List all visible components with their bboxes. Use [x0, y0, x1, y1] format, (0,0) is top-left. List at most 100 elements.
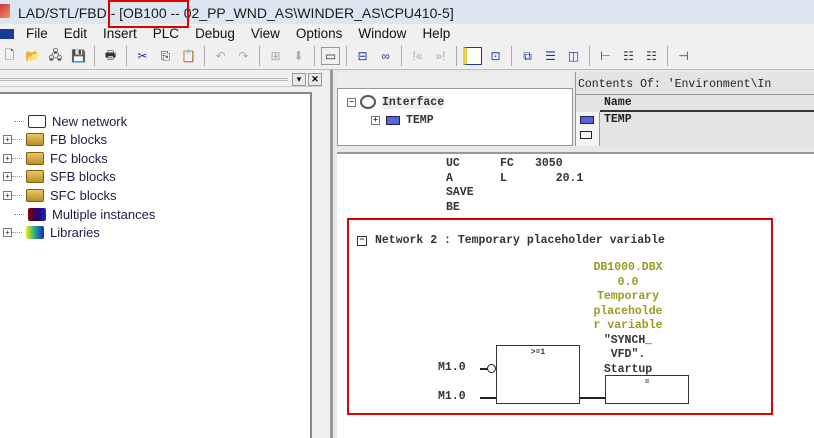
network-sep: : [444, 234, 451, 247]
toolbar: 🗋 📂 🖧 💾 🖶 ✂ ⎘ 📋 ↶ ↷ ⊞ ⬇ ▭ ⊟ ∞ !« »! ⊡ ⧉ … [0, 43, 814, 70]
network-comment[interactable]: Temporary placeholder variable [458, 234, 665, 247]
overview-icon[interactable]: ▭ [321, 47, 340, 65]
collapse-icon[interactable]: − [347, 97, 356, 107]
input-2[interactable]: M1.0 [438, 390, 466, 403]
collapse-icon[interactable]: − [357, 235, 367, 246]
save-icon[interactable]: 💾 [69, 47, 88, 65]
prev-icon[interactable]: !« [408, 47, 427, 65]
folder-block-icon [26, 188, 44, 202]
next-icon[interactable]: »! [431, 47, 450, 65]
tree-item-label: SFB blocks [50, 169, 116, 185]
tree-item[interactable]: Multiple instances [0, 205, 155, 223]
folder-block-icon [26, 133, 44, 147]
interface-icon [360, 95, 376, 109]
output-operand-line[interactable]: VFD". [590, 348, 666, 363]
tree-item[interactable]: + SFC blocks [0, 186, 116, 204]
tree-item[interactable]: + Libraries [0, 224, 100, 242]
paste-icon[interactable]: 📋 [179, 47, 198, 65]
menu-plc[interactable]: PLC [145, 26, 187, 41]
stl-token: BE [446, 200, 460, 214]
output-operand-line[interactable]: 0.0 [590, 276, 666, 291]
expand-icon[interactable]: + [371, 116, 380, 125]
output-operand-line[interactable]: r variable [590, 319, 666, 334]
menu-file[interactable]: File [18, 26, 56, 41]
output-operand-line[interactable]: placeholde [590, 305, 666, 320]
menu-insert[interactable]: Insert [95, 26, 145, 41]
app-title: LAD/STL/FBD [18, 5, 107, 21]
menu-debug[interactable]: Debug [187, 26, 243, 41]
expand-icon[interactable]: + [3, 190, 12, 200]
menu-window[interactable]: Window [350, 26, 414, 41]
folder-block-icon [26, 170, 44, 184]
tile-horizontal-icon[interactable]: ☰ [541, 47, 560, 65]
tree-item[interactable]: + FB blocks [0, 131, 107, 149]
menu-view[interactable]: View [243, 26, 288, 41]
output-operand-line[interactable]: Temporary [590, 290, 666, 305]
network-header: − Network 2 : Temporary placeholder varia… [357, 234, 665, 247]
folder-block-icon [26, 151, 44, 165]
download-icon[interactable]: ⬇ [289, 47, 308, 65]
glasses-icon[interactable]: ∞ [376, 47, 395, 65]
stl-token: A [446, 171, 453, 185]
wire [480, 397, 496, 399]
new-icon[interactable]: 🗋 [0, 47, 19, 65]
expand-icon[interactable]: + [3, 135, 12, 145]
stl-token: FC [500, 157, 514, 170]
cascade-icon[interactable]: ⧉ [518, 47, 537, 65]
output-operand-line[interactable]: "SYNCH_ [590, 334, 666, 349]
or-gate[interactable]: >=1 [496, 345, 580, 404]
network-icon [28, 114, 46, 128]
print-icon[interactable]: 🖶 [101, 47, 120, 65]
network-title: Network 2 [375, 234, 438, 247]
expand-icon[interactable]: + [3, 172, 12, 182]
stl-token: L [500, 171, 507, 185]
open-icon[interactable]: 📂 [23, 47, 42, 65]
accessible-icon[interactable]: ⊟ [353, 47, 372, 65]
program-elements-icon[interactable] [463, 47, 482, 65]
menu-bar: File Edit Insert PLC Debug View Options … [0, 24, 814, 43]
column-name[interactable]: Name [604, 96, 632, 109]
tree-item[interactable]: New network [0, 112, 127, 130]
new-network-icon[interactable]: ⊢ [596, 47, 615, 65]
tree-item-label: FB blocks [50, 132, 108, 148]
contents-panel: Contents Of: 'Environment\In Name TEMP [575, 72, 814, 146]
doc-icon[interactable] [0, 28, 14, 39]
output-operand-line[interactable]: DB1000.DBX [590, 261, 666, 276]
catalog-icon[interactable]: ⊡ [486, 47, 505, 65]
new-row-icon[interactable] [580, 131, 592, 139]
undo-icon[interactable]: ↶ [211, 47, 230, 65]
table-icon[interactable]: ☷ [619, 47, 638, 65]
redo-icon[interactable]: ↷ [234, 47, 253, 65]
input-1[interactable]: M1.0 [438, 361, 466, 374]
tree-item[interactable]: + FC blocks [0, 149, 108, 167]
table2-icon[interactable]: ☷ [642, 47, 661, 65]
tree-item-label: SFC blocks [50, 187, 117, 203]
accessible-nodes-icon[interactable]: 🖧 [46, 47, 65, 65]
interface-root[interactable]: Interface [382, 95, 445, 109]
contents-row-temp[interactable]: TEMP [604, 113, 632, 126]
interface-temp[interactable]: TEMP [406, 114, 434, 127]
tile-vertical-icon[interactable]: ◫ [564, 47, 583, 65]
stl-token: SAVE [446, 186, 474, 199]
assign-coil[interactable]: = [605, 375, 689, 404]
tree-item[interactable]: + SFB blocks [0, 168, 116, 186]
overview2-icon[interactable]: ⊣ [674, 47, 693, 65]
expand-icon[interactable]: + [3, 228, 12, 238]
app-icon [0, 4, 10, 18]
expand-icon[interactable]: + [3, 153, 12, 163]
monitor-icon[interactable]: ⊞ [266, 47, 285, 65]
stl-token: 20.1 [535, 171, 584, 185]
dropdown-icon[interactable]: ▾ [292, 73, 306, 86]
temp-icon [580, 116, 594, 124]
menu-help[interactable]: Help [414, 26, 458, 41]
wire [580, 397, 605, 399]
gate-label: >=1 [530, 348, 546, 357]
tree-item-label: Libraries [50, 225, 100, 241]
menu-options[interactable]: Options [288, 26, 351, 41]
menu-edit[interactable]: Edit [56, 26, 95, 41]
contents-header: Contents Of: 'Environment\In [578, 78, 772, 91]
cut-icon[interactable]: ✂ [133, 47, 152, 65]
close-icon[interactable]: ✕ [308, 73, 322, 86]
coil-label: = [644, 378, 650, 387]
copy-icon[interactable]: ⎘ [156, 47, 175, 65]
